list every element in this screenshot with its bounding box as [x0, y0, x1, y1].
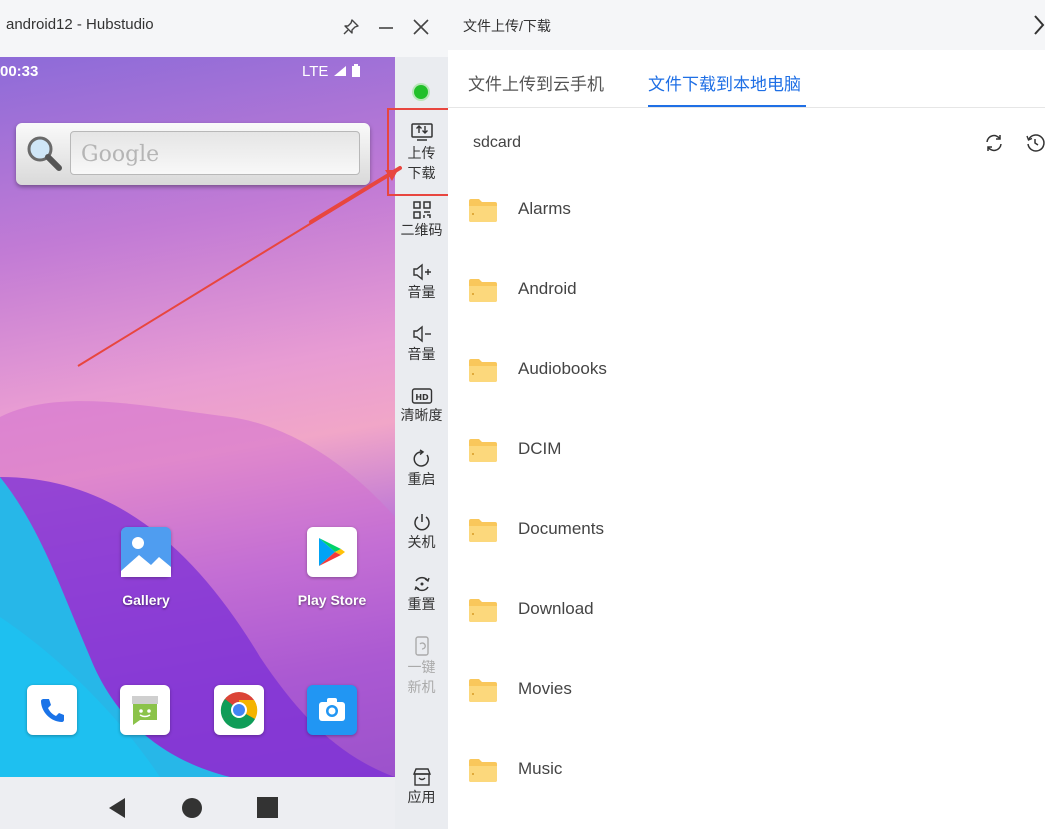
search-placeholder: Google: [81, 142, 160, 167]
tool-label: 音量: [407, 284, 436, 300]
phone-screen[interactable]: 00:33 LTE Google Gallery Play Store: [0, 57, 395, 777]
recents-icon[interactable]: [257, 797, 278, 818]
folder-row[interactable]: DCIM: [448, 436, 1045, 516]
volume-up-icon: [412, 263, 431, 281]
network-type: LTE: [302, 63, 329, 80]
window-titlebar: android12 - Hubstudio: [0, 0, 448, 57]
folder-row[interactable]: Alarms: [448, 196, 1045, 276]
folder-name: Movies: [518, 679, 572, 698]
folder-icon: [469, 759, 497, 782]
panel-header: 文件上传/下载: [448, 0, 1045, 50]
folder-icon: [469, 599, 497, 622]
folder-row[interactable]: Music: [448, 756, 1045, 836]
folder-row[interactable]: Audiobooks: [448, 356, 1045, 436]
tool-label: 音量: [407, 346, 436, 362]
tool-label: 新机: [407, 679, 436, 695]
signal-icon: [333, 66, 346, 76]
tool-label: 二维码: [400, 222, 443, 238]
folder-row[interactable]: Documents: [448, 516, 1045, 596]
svg-text:HD: HD: [415, 393, 429, 402]
side-toolbar: 上传 下载 二维码 音量 音量 HD 清晰度 重启 关机 重置 一键 新机 应用: [395, 57, 448, 829]
connection-status-icon: [412, 83, 430, 101]
tab-divider: [448, 107, 1045, 108]
gallery-icon[interactable]: [121, 527, 171, 577]
restart-button[interactable]: 重启: [395, 449, 448, 489]
app-store-button[interactable]: 应用: [395, 767, 448, 807]
camera-icon[interactable]: [307, 685, 357, 735]
file-transfer-panel: 文件上传/下载 文件上传到云手机 文件下载到本地电脑 sdcard Alarms…: [448, 0, 1045, 829]
window-title: android12 - Hubstudio: [6, 16, 154, 33]
close-icon[interactable]: [408, 14, 434, 40]
new-device-icon: [414, 636, 429, 656]
folder-row[interactable]: Android: [448, 276, 1045, 356]
volume-down-icon: [412, 325, 431, 343]
folder-name: DCIM: [518, 439, 562, 458]
phone-icon[interactable]: [27, 685, 77, 735]
folder-name: Documents: [518, 519, 604, 538]
tool-label: 关机: [407, 534, 436, 550]
tool-label: 重启: [407, 471, 436, 487]
tab-download-to-local[interactable]: 文件下载到本地电脑: [648, 70, 801, 95]
reset-icon: [413, 576, 430, 592]
tab-upload-to-cloud[interactable]: 文件上传到云手机: [468, 70, 604, 95]
power-off-button[interactable]: 关机: [395, 512, 448, 552]
volume-up-button[interactable]: 音量: [395, 262, 448, 302]
network-indicator: LTE: [302, 63, 361, 80]
history-icon[interactable]: [1025, 133, 1045, 153]
android-nav-bar: [0, 777, 395, 829]
resolution-button[interactable]: HD 清晰度: [395, 387, 448, 425]
back-icon[interactable]: [107, 797, 127, 819]
hd-icon: HD: [411, 388, 432, 404]
refresh-icon[interactable]: [984, 133, 1004, 153]
folder-icon: [469, 439, 497, 462]
messages-icon[interactable]: [120, 685, 170, 735]
emulator-window: android12 - Hubstudio 00:33 LTE Google G…: [0, 0, 458, 829]
play-store-label: Play Store: [297, 592, 367, 608]
folder-row[interactable]: Download: [448, 596, 1045, 676]
tool-label: 一键: [407, 659, 436, 675]
folder-icon: [469, 199, 497, 222]
tool-label: 上传: [407, 145, 436, 161]
search-input[interactable]: Google: [70, 131, 360, 175]
current-path: sdcard: [473, 134, 522, 151]
folder-icon: [469, 279, 497, 302]
power-icon: [413, 514, 430, 531]
folder-row[interactable]: Movies: [448, 676, 1045, 756]
restart-icon: [413, 449, 429, 467]
magnifier-icon: [27, 136, 62, 171]
folder-icon: [469, 359, 497, 382]
tool-label: 重置: [407, 596, 436, 612]
home-icon[interactable]: [181, 797, 203, 819]
reset-button[interactable]: 重置: [395, 574, 448, 614]
apps-store-icon: [412, 768, 431, 786]
battery-icon: [351, 64, 360, 77]
tool-label: 下载: [407, 165, 436, 181]
folder-name: Music: [518, 759, 563, 778]
google-search-widget[interactable]: Google: [16, 123, 370, 185]
chrome-icon[interactable]: [214, 685, 264, 735]
pin-icon[interactable]: [338, 14, 364, 40]
folder-name: Android: [518, 279, 577, 298]
play-store-icon[interactable]: [307, 527, 357, 577]
folder-icon: [469, 679, 497, 702]
new-device-button[interactable]: 一键 新机: [395, 635, 448, 697]
status-bar: 00:33 LTE: [0, 57, 395, 85]
gallery-label: Gallery: [122, 592, 170, 608]
status-dot: [414, 85, 428, 99]
folder-icon: [469, 519, 497, 542]
folder-name: Audiobooks: [518, 359, 607, 378]
qrcode-button[interactable]: 二维码: [395, 200, 448, 240]
folder-name: Alarms: [518, 199, 571, 218]
tool-label: 清晰度: [400, 407, 443, 423]
chevron-right-icon[interactable]: [1032, 14, 1045, 36]
qrcode-icon: [412, 201, 431, 219]
upload-download-button[interactable]: 上传 下载: [395, 121, 448, 183]
tool-label: 应用: [407, 789, 436, 805]
panel-title: 文件上传/下载: [463, 18, 551, 34]
minimize-icon[interactable]: [373, 14, 399, 40]
folder-name: Download: [518, 599, 594, 618]
status-time: 00:33: [0, 63, 39, 80]
volume-down-button[interactable]: 音量: [395, 324, 448, 364]
upload-download-icon: [410, 123, 433, 141]
